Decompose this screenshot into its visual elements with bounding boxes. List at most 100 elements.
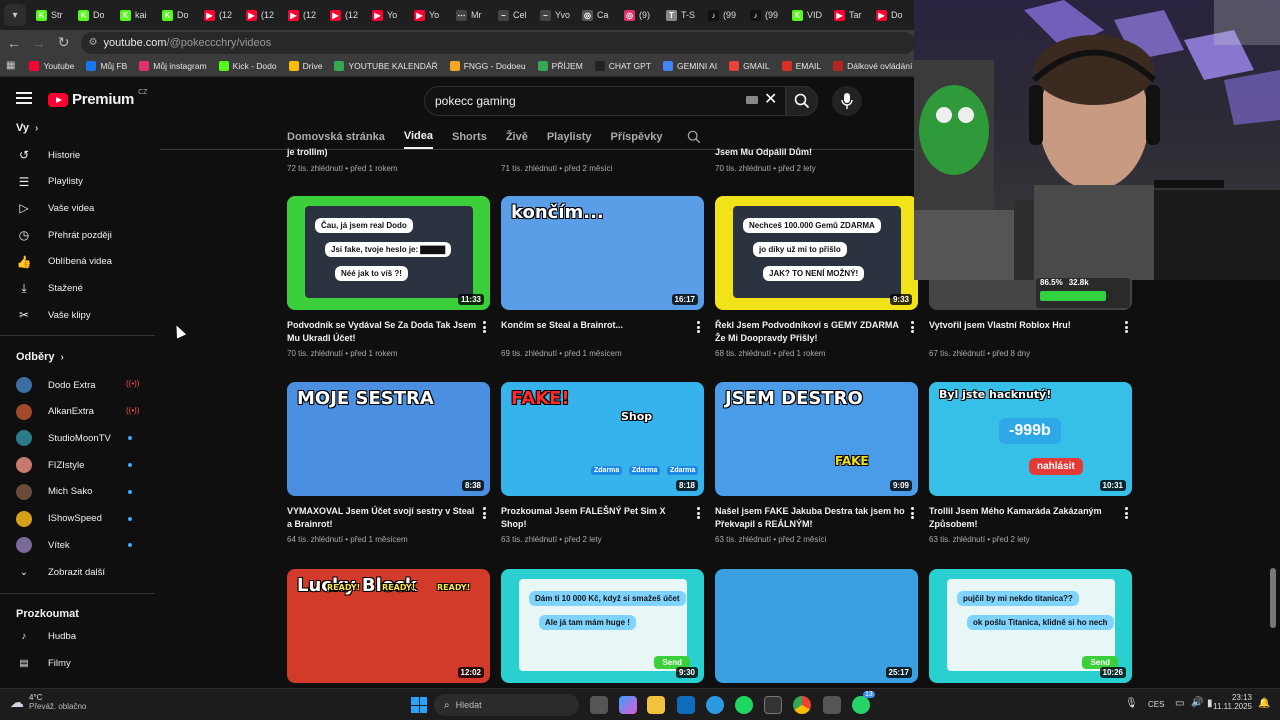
video-title[interactable]: Řekl Jsem Podvodníkovi s GEMY ZDARMA Že …	[715, 319, 905, 345]
sidebar-item-download[interactable]: ⤓ Stažené	[16, 278, 146, 300]
browser-tab[interactable]: K Do	[158, 3, 200, 27]
video-title[interactable]: je trollim)	[287, 146, 477, 159]
sidebar-item-history[interactable]: ↺ Historie	[16, 144, 146, 166]
subscription-item[interactable]: FIZIstyle	[16, 454, 146, 476]
video-thumbnail[interactable]: Lucky Block READY! READY! READY! 12:02	[287, 569, 490, 683]
spotify-icon[interactable]	[735, 696, 753, 714]
forward-button[interactable]: →	[28, 32, 50, 54]
search-button[interactable]	[786, 86, 818, 116]
browser-tab[interactable]: K Do	[74, 3, 116, 27]
browser-tab[interactable]: K VID	[788, 3, 830, 27]
bookmark-link[interactable]: PŘÍJEM	[532, 60, 589, 71]
terminal-icon[interactable]	[764, 696, 782, 714]
sidebar-item-scissors[interactable]: ✂ Vaše klipy	[16, 304, 146, 326]
subscription-item[interactable]: IShowSpeed	[16, 508, 146, 530]
language-indicator[interactable]: CES	[1148, 700, 1164, 709]
tab-search-menu-button[interactable]: ▾	[4, 4, 26, 26]
bookmark-link[interactable]: Drive	[283, 60, 329, 71]
bookmark-link[interactable]: Kick - Dodo	[213, 60, 283, 71]
browser-tab[interactable]: ♪ (99	[704, 3, 746, 27]
video-title[interactable]: Našel jsem FAKE Jakuba Destra tak jsem h…	[715, 505, 905, 531]
more-options-icon[interactable]	[482, 507, 486, 519]
search-input[interactable]: pokecc gaming	[424, 86, 786, 116]
browser-tab[interactable]: Kkai	[116, 3, 158, 27]
keyboard-icon[interactable]	[746, 96, 758, 104]
chrome-icon[interactable]	[793, 696, 811, 714]
youtube-premium-logo[interactable]: Premium CZ	[48, 89, 147, 108]
sidebar-item-music[interactable]: ♪ Hudba	[16, 625, 146, 647]
browser-tab[interactable]: – Yvo	[536, 3, 578, 27]
calculator-icon[interactable]	[823, 696, 841, 714]
outlook-icon[interactable]	[677, 696, 695, 714]
clock[interactable]: 23:13 11.11.2025	[1212, 693, 1252, 711]
edge-icon[interactable]	[706, 696, 724, 714]
microphone-icon[interactable]: 🎙	[1125, 698, 1138, 709]
more-options-icon[interactable]	[696, 321, 700, 333]
sidebar-item-thumbs-up[interactable]: 👍 Oblíbená videa	[16, 251, 146, 273]
video-thumbnail[interactable]: FAKE! Shop Zdarma Zdarma Zdarma 8:18	[501, 382, 704, 496]
video-thumbnail[interactable]: končím... 16:17	[501, 196, 704, 310]
browser-tab[interactable]: ◎ Ca	[578, 3, 620, 27]
bookmark-link[interactable]: YOUTUBE KALENDÁŘ	[328, 60, 443, 71]
network-icon[interactable]: ▭	[1175, 698, 1184, 709]
browser-tab[interactable]: ▶ (12	[284, 3, 326, 27]
browser-tab[interactable]: ▶ Yo	[368, 3, 410, 27]
browser-tab[interactable]: T T-S	[662, 3, 704, 27]
video-title[interactable]: Prozkoumal Jsem FALEŠNÝ Pet Sim X Shop!	[501, 505, 691, 531]
bookmark-link[interactable]: CHAT GPT	[589, 60, 657, 71]
clear-search-icon[interactable]: ✕	[764, 89, 777, 109]
video-title[interactable]: VYMAXOVAL Jsem Účet svojí sestry v Steal…	[287, 505, 477, 531]
browser-tab[interactable]: ⋯ Mr	[452, 3, 494, 27]
browser-tab[interactable]: ▶ Tar	[830, 3, 872, 27]
video-thumbnail[interactable]: Nechceš 100.000 Gemů ZDARMA jo díky už mi…	[715, 196, 918, 310]
browser-tab[interactable]: ♪ (99	[746, 3, 788, 27]
url-field[interactable]: ⚙ youtube.com/@pokeccchry/videos	[80, 31, 916, 54]
sidebar-subs-header[interactable]: Odběry ›	[16, 351, 64, 363]
back-button[interactable]: ←	[3, 32, 25, 54]
more-options-icon[interactable]	[482, 321, 486, 333]
more-options-icon[interactable]	[910, 507, 914, 519]
browser-tab[interactable]: ▶ (12	[326, 3, 368, 27]
browser-tab[interactable]: ◎ (9)	[620, 3, 662, 27]
bookmark-link[interactable]: EMAIL	[776, 60, 828, 71]
bookmark-link[interactable]: GMAIL	[723, 60, 775, 71]
video-thumbnail[interactable]: Byl jste hacknutý! -999b nahlásit 10:31	[929, 382, 1132, 496]
video-thumbnail[interactable]: MOJE SESTRA 8:38	[287, 382, 490, 496]
whatsapp-icon[interactable]	[852, 696, 870, 714]
video-thumbnail[interactable]: Dám ti 10 000 Kč, když si smažeš účet Ale…	[501, 569, 704, 683]
video-title[interactable]: Jsem Mu Odpálil Dům!	[715, 146, 905, 159]
volume-icon[interactable]: 🔊	[1191, 697, 1203, 708]
browser-tab[interactable]: – Cel	[494, 3, 536, 27]
bookmark-link[interactable]: Můj FB	[80, 60, 133, 71]
file-explorer-icon[interactable]	[647, 696, 665, 714]
tab-playlists[interactable]: Playlisty	[547, 125, 600, 149]
subscription-item[interactable]: StudioMoonTV	[16, 427, 146, 449]
notifications-icon[interactable]: 🔔	[1258, 698, 1270, 709]
weather-widget[interactable]: ☁ 4°C Převáž. oblačno	[10, 693, 86, 711]
video-title[interactable]: Vytvořil jsem Vlastní Roblox Hru!	[929, 319, 1119, 332]
start-button[interactable]	[410, 696, 428, 714]
task-view-icon[interactable]	[590, 696, 608, 714]
show-more-button[interactable]: ⌄ Zobrazit další	[16, 561, 146, 583]
menu-icon[interactable]	[16, 92, 32, 104]
browser-tab[interactable]: ▶ (12	[200, 3, 242, 27]
video-thumbnail[interactable]: Čau, já jsem real Dodo Jsi fake, tvoje he…	[287, 196, 490, 310]
browser-tab[interactable]: ▶ Yo	[410, 3, 452, 27]
sidebar-you-header[interactable]: Vy ›	[16, 122, 38, 134]
video-thumbnail[interactable]: pujčil by mi nekdo titanica?? ok pošlu Ti…	[929, 569, 1132, 683]
bookmark-link[interactable]: Můj instagram	[133, 60, 212, 71]
bookmark-link[interactable]: Youtube	[23, 60, 80, 71]
more-options-icon[interactable]	[1124, 507, 1128, 519]
scrollbar[interactable]	[1270, 568, 1276, 628]
video-title[interactable]: Končím se Steal a Brainrot...	[501, 319, 691, 332]
reload-button[interactable]: ↻	[53, 32, 75, 54]
video-thumbnail[interactable]: JSEM DESTRO FAKE 9:09	[715, 382, 918, 496]
video-title[interactable]: Podvodník se Vydával Se Za Doda Tak Jsem…	[287, 319, 477, 345]
voice-search-button[interactable]	[832, 86, 862, 116]
more-options-icon[interactable]	[910, 321, 914, 333]
apps-grid-icon[interactable]: ▦	[6, 60, 15, 71]
video-thumbnail[interactable]: 25:17	[715, 569, 918, 683]
bookmark-link[interactable]: Dálkové ovládání M...	[827, 60, 915, 71]
bookmark-link[interactable]: GEMINI AI	[657, 60, 723, 71]
sidebar-item-watch-later[interactable]: ◷ Přehrát později	[16, 224, 146, 246]
